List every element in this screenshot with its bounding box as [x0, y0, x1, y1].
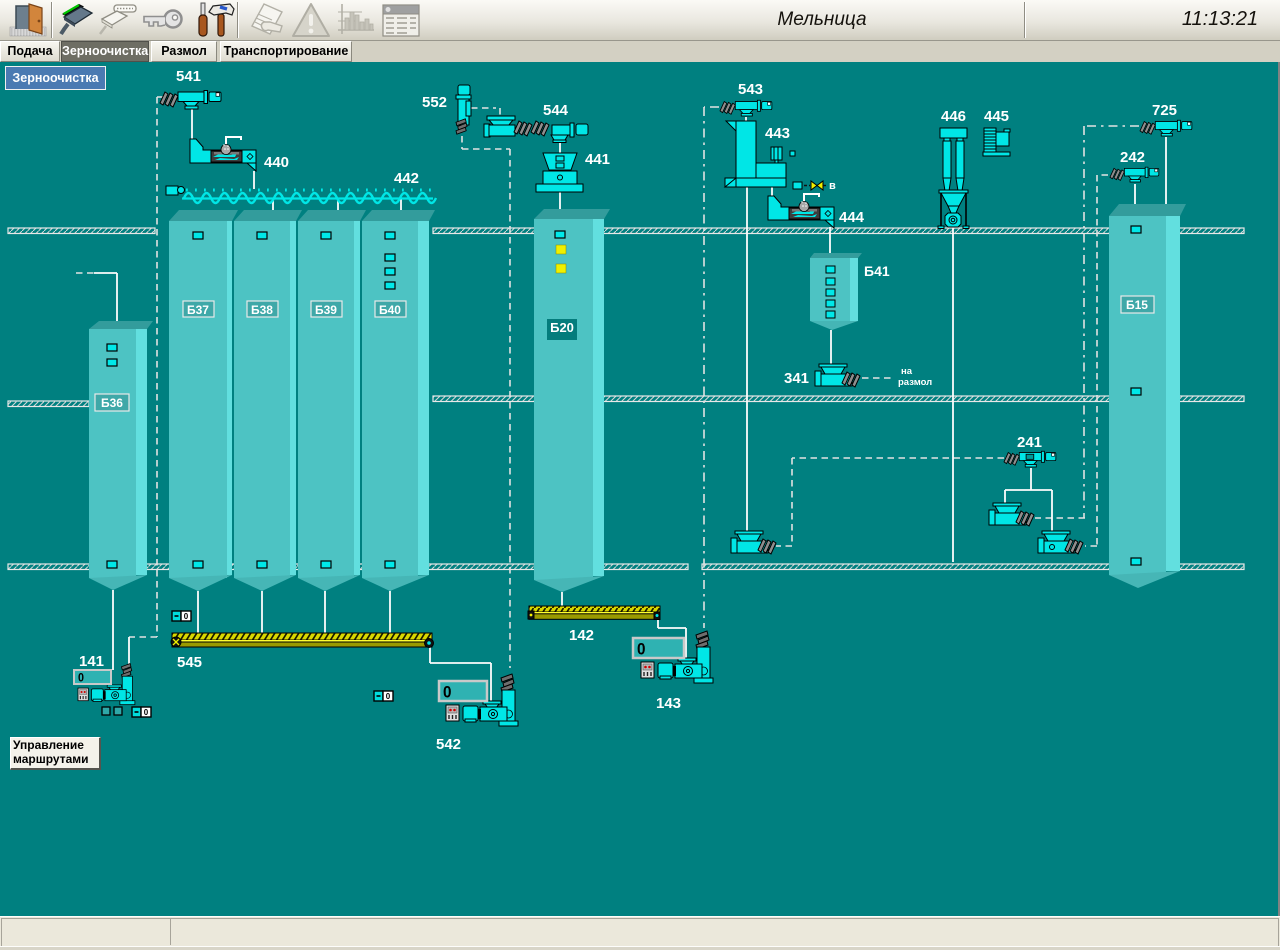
svg-text:725: 725	[1152, 102, 1177, 119]
svg-text:442: 442	[394, 170, 419, 187]
svg-text:444: 444	[839, 209, 865, 226]
svg-text:446: 446	[941, 108, 966, 125]
svg-text:545: 545	[177, 654, 202, 671]
svg-text:Б38: Б38	[251, 303, 273, 317]
svg-text:542: 542	[436, 736, 461, 753]
svg-text:142: 142	[569, 627, 594, 644]
svg-text:441: 441	[585, 151, 610, 168]
svg-text:242: 242	[1120, 149, 1145, 166]
svg-text:552: 552	[422, 94, 447, 111]
svg-text:543: 543	[738, 81, 763, 98]
svg-text:341: 341	[784, 370, 809, 387]
svg-text:Б40: Б40	[379, 303, 401, 317]
svg-text:размол: размол	[898, 377, 932, 388]
svg-text:0: 0	[78, 671, 84, 685]
svg-text:445: 445	[984, 108, 1009, 125]
svg-text:Б37: Б37	[187, 303, 209, 317]
svg-text:Б41: Б41	[864, 263, 890, 279]
svg-text:Б36: Б36	[101, 396, 123, 410]
svg-text:544: 544	[543, 102, 569, 119]
svg-text:в: в	[829, 180, 836, 192]
svg-text:на: на	[901, 366, 913, 377]
svg-text:541: 541	[176, 68, 201, 85]
svg-text:Б39: Б39	[315, 303, 337, 317]
svg-text:Б15: Б15	[1126, 298, 1148, 312]
svg-text:0: 0	[637, 640, 646, 659]
svg-text:Б20: Б20	[550, 320, 574, 335]
svg-text:0: 0	[443, 683, 452, 702]
svg-text:440: 440	[264, 154, 289, 171]
svg-text:443: 443	[765, 125, 790, 142]
svg-text:241: 241	[1017, 434, 1042, 451]
svg-text:143: 143	[656, 695, 681, 712]
svg-text:141: 141	[79, 653, 104, 670]
